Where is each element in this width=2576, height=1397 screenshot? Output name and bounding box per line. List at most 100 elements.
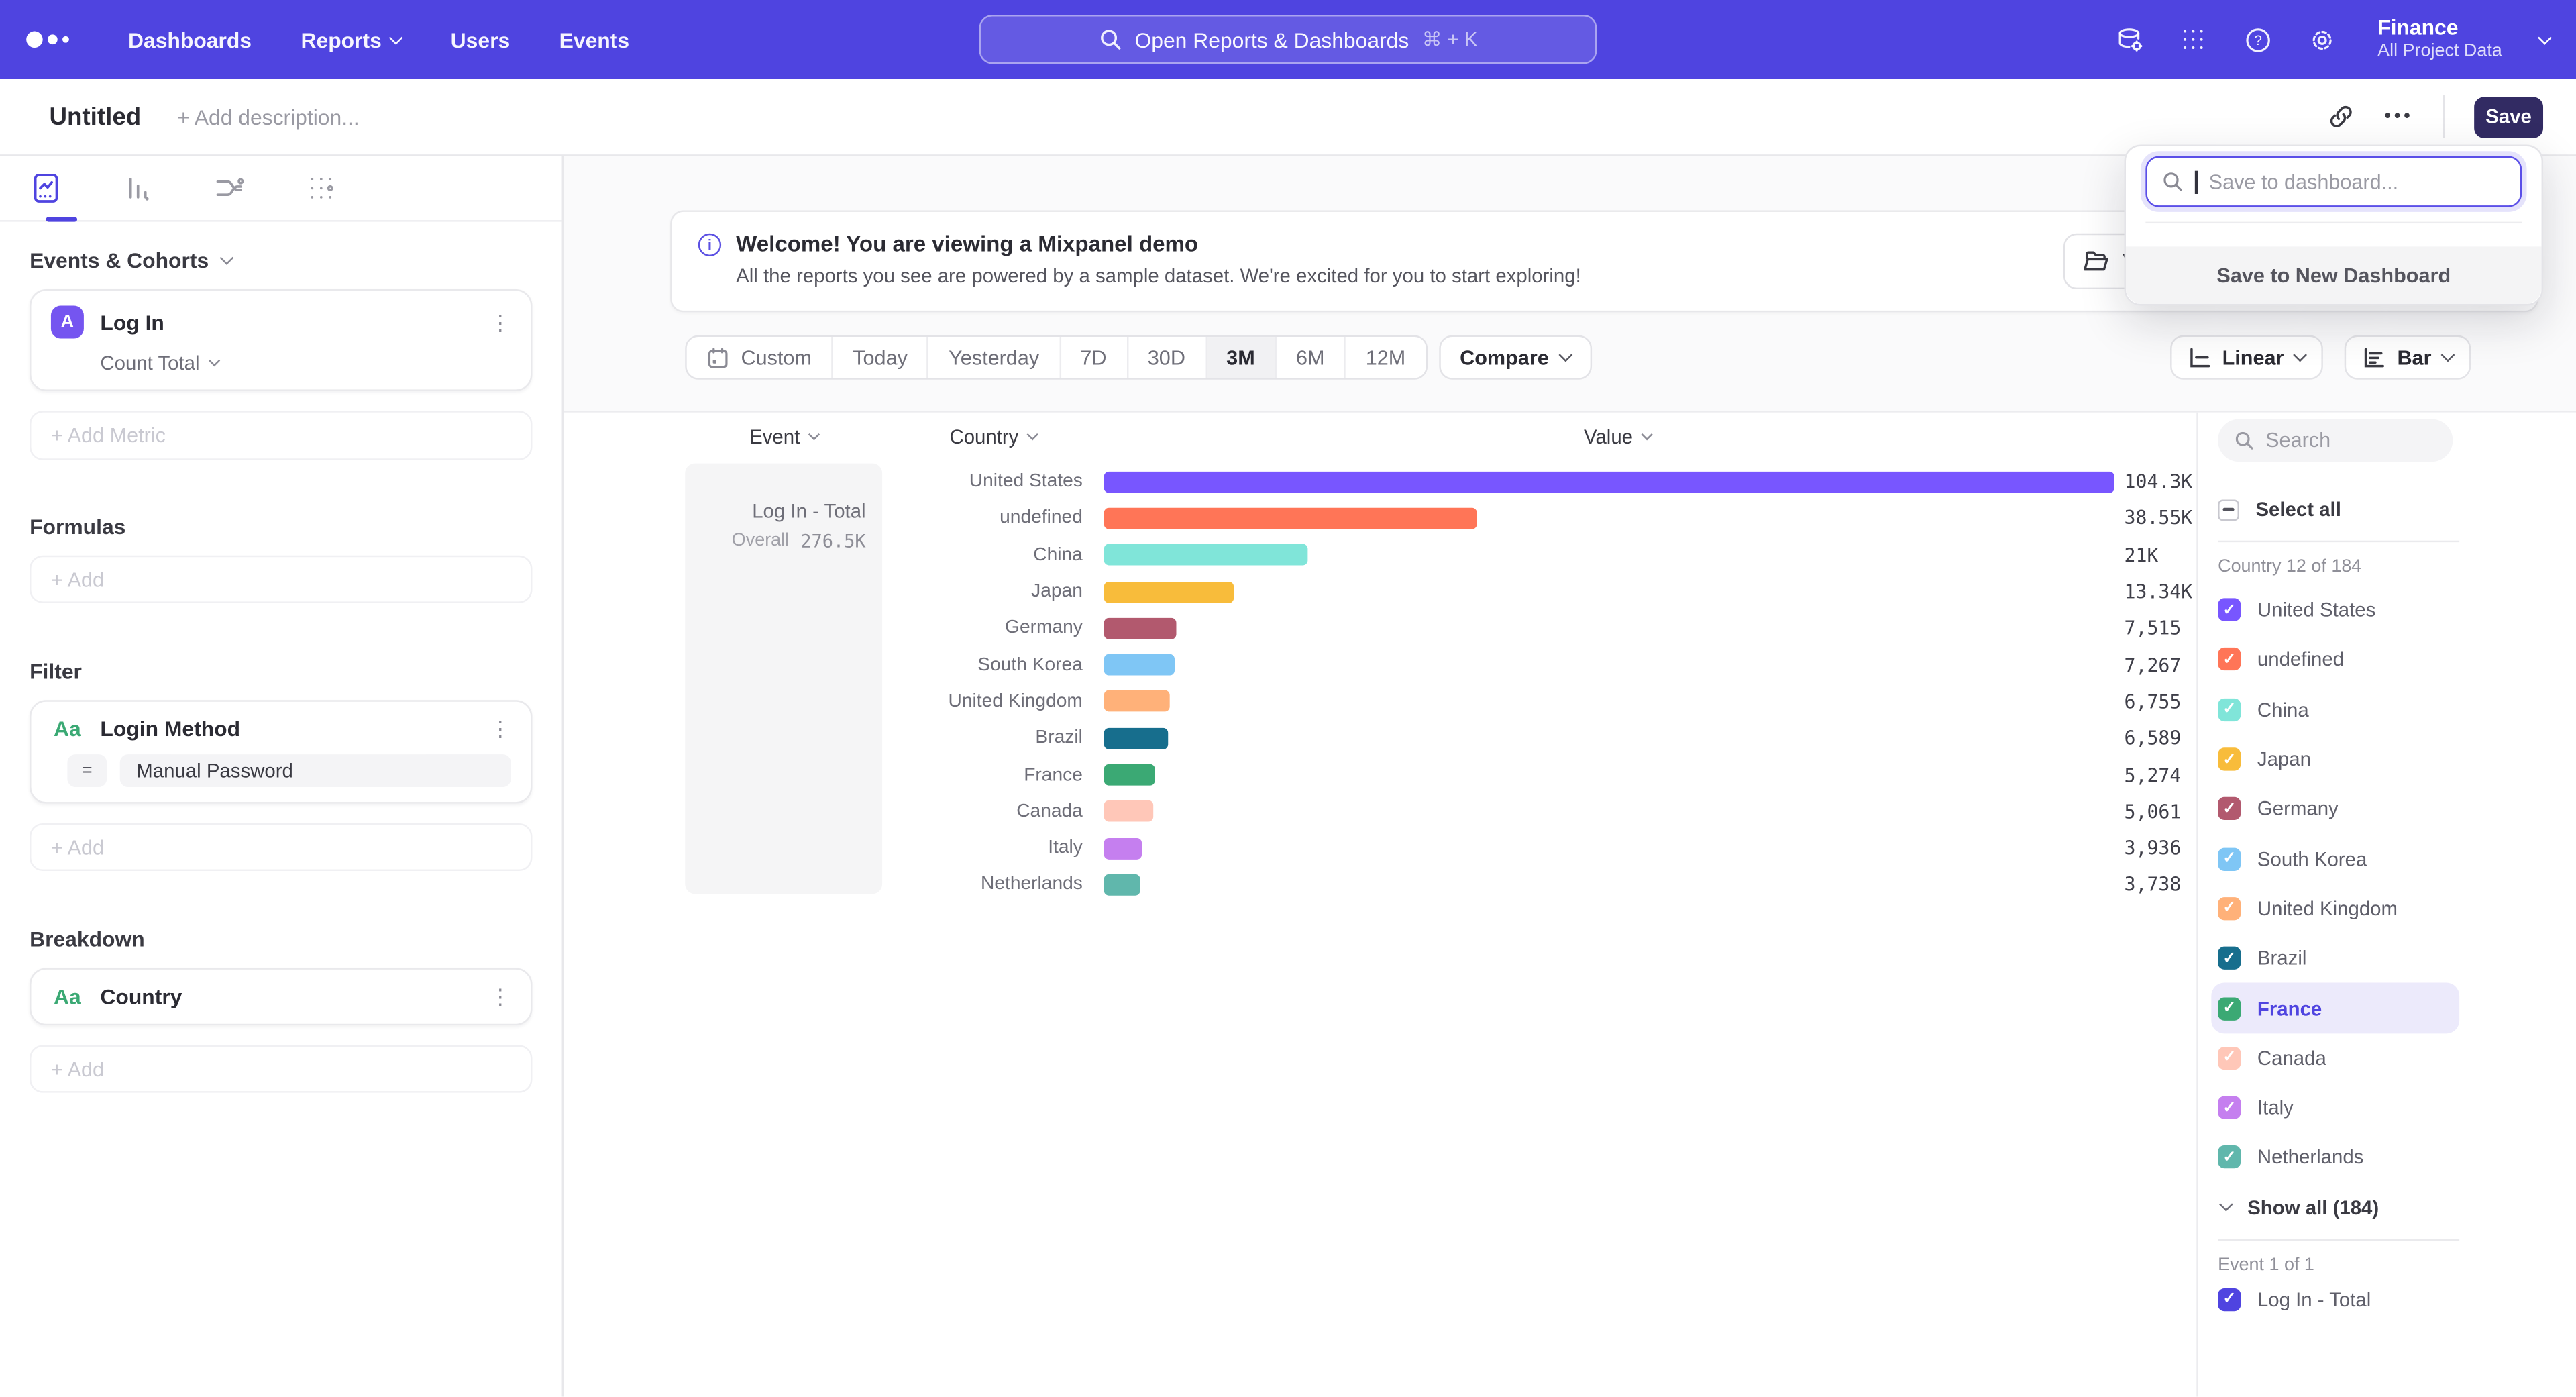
events-cohorts-header[interactable]: Events & Cohorts: [30, 248, 532, 273]
filter-operator[interactable]: =: [67, 754, 107, 787]
country-checkbox[interactable]: [2218, 996, 2241, 1019]
country-checkbox[interactable]: [2218, 747, 2241, 770]
country-filter-item[interactable]: China: [2211, 684, 2459, 734]
help-icon[interactable]: ?: [2243, 25, 2272, 54]
select-all-checkbox[interactable]: [2218, 499, 2239, 520]
country-filter-item[interactable]: Brazil: [2211, 933, 2459, 983]
bar[interactable]: [1104, 471, 2114, 493]
column-header-value[interactable]: Value: [1112, 425, 2123, 448]
breakdown-label: Breakdown: [30, 927, 145, 951]
column-header-country[interactable]: Country: [882, 425, 1104, 448]
country-checkbox[interactable]: [2218, 798, 2241, 821]
save-button[interactable]: Save: [2474, 96, 2543, 137]
scale-selector[interactable]: Linear: [2169, 335, 2323, 380]
chevron-down-icon[interactable]: [2538, 30, 2552, 44]
metric-kebab-icon[interactable]: ⋮: [490, 311, 511, 333]
report-title[interactable]: Untitled: [49, 103, 141, 131]
country-filter-item[interactable]: Germany: [2211, 784, 2459, 834]
metric-aggregation[interactable]: Count Total: [100, 352, 511, 374]
country-filter-item[interactable]: Japan: [2211, 734, 2459, 784]
chevron-down-icon: [1558, 348, 1572, 362]
nav-dashboards[interactable]: Dashboards: [128, 27, 252, 52]
country-filter-item[interactable]: South Korea: [2211, 834, 2459, 884]
filter-value[interactable]: Manual Password: [120, 754, 511, 787]
chart-type-selector[interactable]: Bar: [2345, 335, 2471, 380]
country-filter-item[interactable]: Canada: [2211, 1033, 2459, 1083]
nav-events[interactable]: Events: [559, 27, 629, 52]
event-checkbox[interactable]: [2218, 1288, 2241, 1310]
country-checkbox[interactable]: [2218, 847, 2241, 870]
data-management-icon[interactable]: [2114, 25, 2144, 54]
country-checkbox[interactable]: [2218, 1146, 2241, 1169]
metric-card[interactable]: A Log In ⋮ Count Total: [30, 289, 532, 391]
filter-property-name[interactable]: Login Method: [100, 717, 240, 741]
project-switcher[interactable]: Finance All Project Data: [2377, 15, 2502, 64]
tab-flows[interactable]: [213, 172, 245, 204]
tab-insights[interactable]: [30, 172, 61, 204]
show-all-toggle[interactable]: Show all (184): [2218, 1196, 2576, 1219]
bar[interactable]: [1104, 691, 1170, 713]
bar[interactable]: [1104, 544, 1307, 566]
breakdown-property-name[interactable]: Country: [100, 984, 182, 1009]
copy-link-icon[interactable]: [2328, 103, 2355, 130]
save-dashboard-search-input[interactable]: Save to dashboard...: [2145, 156, 2522, 207]
range-option[interactable]: 12M: [1346, 337, 1425, 378]
filter-kebab-icon[interactable]: ⋮: [490, 718, 511, 739]
apps-grid-icon[interactable]: [2179, 25, 2208, 54]
country-checkbox[interactable]: [2218, 897, 2241, 920]
bar[interactable]: [1104, 874, 1140, 896]
nav-users[interactable]: Users: [451, 27, 511, 52]
add-breakdown-button[interactable]: + Add: [30, 1045, 532, 1093]
range-option[interactable]: 30D: [1128, 337, 1206, 378]
country-filter-item[interactable]: France: [2211, 983, 2459, 1033]
range-option[interactable]: Today: [833, 337, 929, 378]
breakdown-card[interactable]: Aa Country ⋮: [30, 968, 532, 1025]
add-formula-button[interactable]: + Add: [30, 556, 532, 603]
range-option[interactable]: 3M: [1207, 337, 1277, 378]
metric-event-name[interactable]: Log In: [100, 310, 164, 335]
column-header-event[interactable]: Event: [685, 425, 882, 448]
country-checkbox[interactable]: [2218, 599, 2241, 621]
range-custom[interactable]: Custom: [687, 337, 833, 378]
bar[interactable]: [1104, 764, 1155, 786]
tab-retention[interactable]: [306, 172, 337, 204]
settings-gear-icon[interactable]: [2307, 25, 2337, 54]
country-checkbox[interactable]: [2218, 698, 2241, 721]
legend-search[interactable]: Search: [2218, 419, 2453, 462]
event-filter-item[interactable]: Log In - Total: [2218, 1288, 2576, 1310]
country-filter-item[interactable]: undefined: [2211, 635, 2459, 684]
tab-funnels[interactable]: [121, 172, 153, 204]
bar[interactable]: [1104, 617, 1177, 639]
global-search-button[interactable]: Open Reports & Dashboards ⌘ + K: [979, 15, 1597, 64]
bar[interactable]: [1104, 837, 1142, 859]
bar[interactable]: [1104, 654, 1175, 676]
country-filter-item[interactable]: Netherlands: [2211, 1133, 2459, 1182]
add-description[interactable]: + Add description...: [177, 105, 360, 130]
country-checkbox[interactable]: [2218, 1096, 2241, 1119]
range-option[interactable]: 7D: [1061, 337, 1128, 378]
mixpanel-logo-icon[interactable]: [26, 32, 69, 48]
filter-card[interactable]: Aa Login Method ⋮ = Manual Password: [30, 700, 532, 803]
country-checkbox[interactable]: [2218, 947, 2241, 970]
add-metric-button[interactable]: + Add Metric: [30, 411, 532, 460]
save-to-new-dashboard-button[interactable]: Save to New Dashboard: [2126, 246, 2542, 304]
bar[interactable]: [1104, 508, 1478, 529]
more-options-icon[interactable]: •••: [2385, 107, 2414, 126]
nav-reports[interactable]: Reports: [301, 27, 402, 52]
range-option[interactable]: Yesterday: [929, 337, 1061, 378]
country-checkbox[interactable]: [2218, 648, 2241, 671]
country-filter-item[interactable]: United Kingdom: [2211, 884, 2459, 933]
country-checkbox[interactable]: [2218, 1047, 2241, 1070]
country-filter-item[interactable]: United States: [2211, 585, 2459, 635]
bar[interactable]: [1104, 800, 1153, 822]
range-option[interactable]: 6M: [1277, 337, 1346, 378]
select-all[interactable]: Select all: [2218, 498, 2576, 521]
compare-button[interactable]: Compare: [1438, 335, 1591, 380]
bar[interactable]: [1104, 581, 1234, 603]
bar-value-label: 3,936: [2125, 837, 2182, 860]
country-filter-item[interactable]: Italy: [2211, 1083, 2459, 1133]
bar[interactable]: [1104, 727, 1168, 749]
add-filter-button[interactable]: + Add: [30, 823, 532, 871]
series-cell[interactable]: Log In - Total Overall 276.5K: [685, 464, 882, 894]
breakdown-kebab-icon[interactable]: ⋮: [490, 986, 511, 1007]
